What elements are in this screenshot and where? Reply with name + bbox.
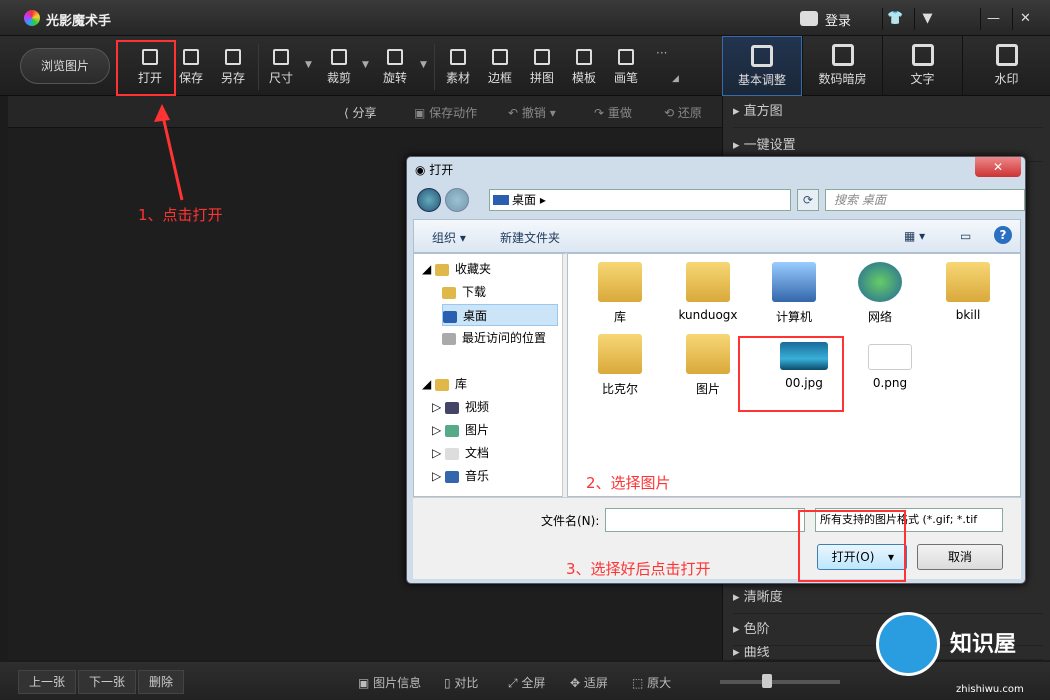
folder-icon	[598, 334, 642, 374]
dialog-nav-bar: 桌面 ▸ ⟳ 搜索 桌面	[413, 185, 1025, 215]
annotation-step2: 2、选择图片	[586, 474, 671, 492]
picture-icon	[445, 424, 460, 437]
preview-pane-icon[interactable]: ▭	[960, 229, 971, 243]
file-item[interactable]: bkill	[928, 258, 1008, 328]
nav-videos[interactable]: ▷ 视频	[432, 396, 572, 418]
refresh-icon[interactable]: ⟳	[797, 189, 819, 211]
file-label: 图片	[695, 382, 720, 396]
library-icon	[435, 378, 450, 391]
nav-label: 音乐	[465, 469, 490, 483]
nav-desktop[interactable]: 桌面	[442, 304, 558, 326]
dialog-close-button[interactable]: ✕	[975, 157, 1021, 177]
navigation-pane: ◢ 收藏夹 下载 桌面 最近访问的位置 ◢ 库 ▷ 视频 ▷ 图片 ▷ 文档 ▷…	[413, 253, 574, 498]
dialog-title-label: 打开	[429, 163, 454, 177]
download-icon	[442, 286, 456, 299]
nav-label: 下载	[462, 285, 487, 299]
music-icon	[445, 470, 460, 483]
desktop-icon	[493, 195, 509, 205]
file-label: 计算机	[775, 310, 812, 324]
file-label: kunduogx	[678, 308, 738, 322]
filename-label: 文件名(N):	[541, 514, 600, 528]
arrow-step1	[160, 111, 184, 201]
desktop-icon	[443, 310, 457, 323]
annotation-step3: 3、选择好后点击打开	[566, 560, 711, 578]
organize-button[interactable]: 组织 ▾	[432, 229, 466, 246]
nav-downloads[interactable]: 下载	[442, 281, 582, 303]
file-item[interactable]: 网络	[840, 258, 920, 328]
nav-label: 最近访问的位置	[462, 331, 547, 345]
dialog-footer: 文件名(N): 所有支持的图片格式 (*.gif; *.tif 打开(O) ▾ 取…	[413, 497, 1021, 579]
pictures-folder-icon	[686, 334, 730, 374]
address-bar[interactable]: 桌面 ▸	[489, 189, 791, 211]
file-label: 比克尔	[601, 382, 638, 396]
highlight-selected-file	[738, 336, 844, 412]
nav-label: 库	[455, 377, 468, 391]
open-file-dialog: ◉ 打开 ✕ 桌面 ▸ ⟳ 搜索 桌面 组织 ▾ 新建文件夹 ▦ ▾ ▭ ? ◢…	[406, 156, 1026, 584]
arrow-step1-head	[154, 104, 170, 122]
file-item[interactable]: 库	[580, 258, 660, 328]
nav-label: 收藏夹	[455, 262, 492, 276]
new-folder-button[interactable]: 新建文件夹	[500, 229, 560, 246]
recent-icon	[442, 332, 456, 345]
library-icon	[598, 262, 642, 302]
png-thumbnail-icon	[868, 344, 912, 370]
file-label: 库	[613, 310, 626, 324]
nav-favorites[interactable]: ◢ 收藏夹	[422, 258, 562, 280]
user-folder-icon	[686, 262, 730, 302]
nav-label: 桌面	[463, 309, 488, 323]
file-item-0-png[interactable]: 0.png	[850, 330, 930, 400]
nav-documents[interactable]: ▷ 文档	[432, 442, 572, 464]
document-icon	[445, 447, 460, 460]
help-icon[interactable]: ?	[994, 226, 1012, 244]
filename-input[interactable]	[605, 508, 805, 532]
nav-label: 视频	[465, 400, 490, 414]
address-text: 桌面	[512, 193, 537, 207]
file-label: 网络	[867, 310, 892, 324]
nav-pictures[interactable]: ▷ 图片	[432, 419, 572, 441]
video-icon	[445, 401, 460, 414]
view-options-icon[interactable]: ▦ ▾	[904, 229, 925, 243]
watermark-text: 知识屋	[950, 632, 1017, 657]
nav-label: 文档	[465, 446, 490, 460]
network-icon	[858, 262, 902, 302]
forward-arrow-icon[interactable]	[445, 188, 469, 212]
dialog-command-bar: 组织 ▾ 新建文件夹 ▦ ▾ ▭ ?	[413, 219, 1021, 253]
search-input[interactable]: 搜索 桌面	[825, 189, 1025, 211]
nav-label: 图片	[465, 423, 490, 437]
file-item[interactable]: kunduogx	[668, 258, 748, 328]
file-label: bkill	[955, 308, 981, 322]
star-icon	[435, 263, 450, 276]
file-item[interactable]: 图片	[668, 330, 748, 400]
nav-libraries[interactable]: ◢ 库	[422, 373, 562, 395]
nav-recent[interactable]: 最近访问的位置	[442, 327, 582, 349]
dialog-cancel-button[interactable]: 取消	[917, 544, 1003, 570]
file-item[interactable]: 比克尔	[580, 330, 660, 400]
nav-music[interactable]: ▷ 音乐	[432, 465, 572, 487]
watermark-logo-icon	[876, 612, 940, 676]
file-item[interactable]: 计算机	[754, 258, 834, 328]
annotation-step1: 1、点击打开	[138, 206, 223, 224]
computer-icon	[772, 262, 816, 302]
dialog-title: ◉ 打开	[415, 163, 454, 177]
watermark-url: zhishiwu.com	[956, 684, 1024, 695]
folder-icon	[946, 262, 990, 302]
back-arrow-icon[interactable]	[417, 188, 441, 212]
highlight-open-button	[798, 510, 906, 582]
file-label: 0.png	[872, 376, 908, 390]
